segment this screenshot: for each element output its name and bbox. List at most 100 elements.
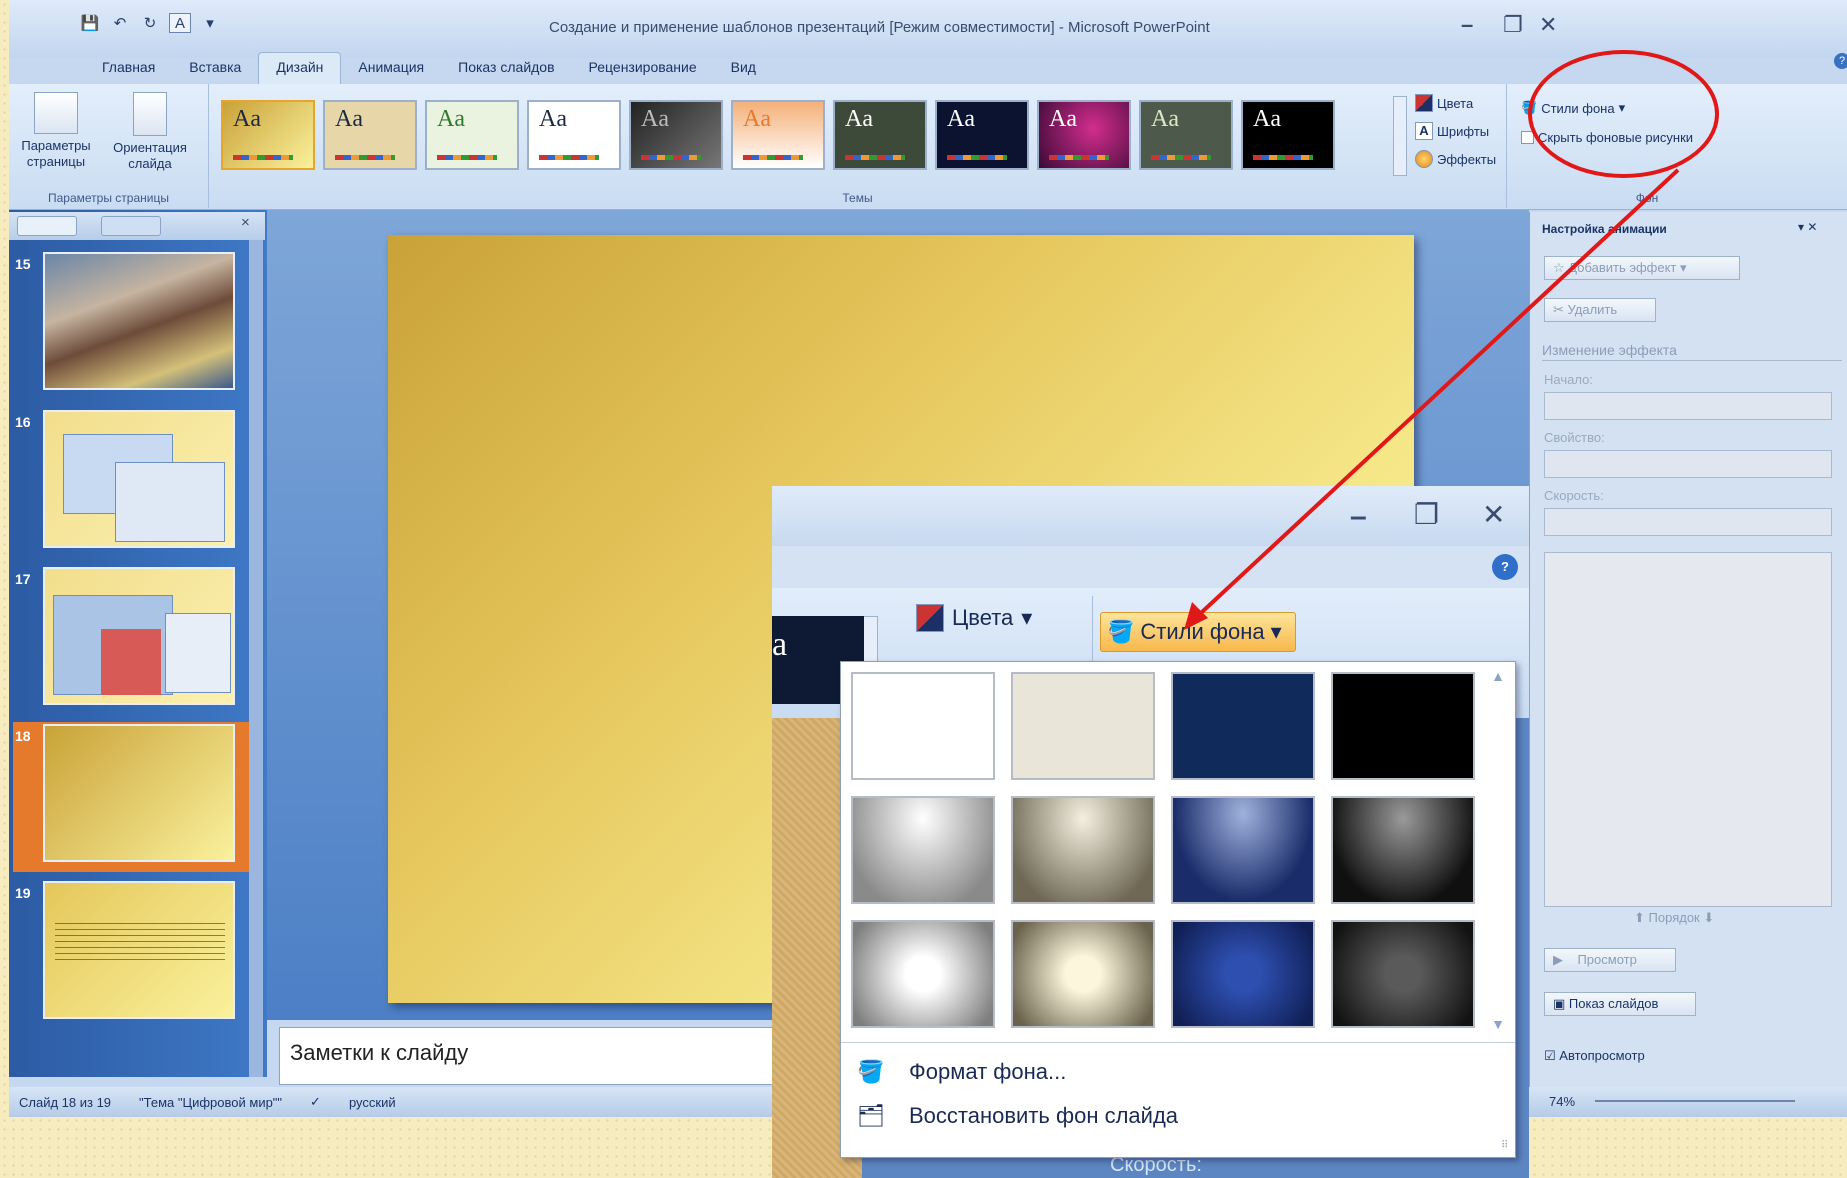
- bg-style-swatch[interactable]: [1011, 796, 1155, 904]
- theme-thumb[interactable]: Aa: [323, 100, 417, 170]
- highlight-circle: [1528, 50, 1719, 178]
- zoom-tabs-strip: ?: [772, 546, 1529, 588]
- bg-style-swatch[interactable]: [1331, 796, 1475, 904]
- zoom-title-bar: – ❐ ✕: [772, 486, 1529, 546]
- tab-view[interactable]: Вид: [714, 53, 773, 84]
- fonts-button[interactable]: A Шрифты: [1415, 122, 1489, 140]
- bg-style-swatch[interactable]: [1011, 672, 1155, 780]
- tab-animation[interactable]: Анимация: [341, 53, 441, 84]
- help-icon[interactable]: ?: [1834, 53, 1847, 69]
- scroll-up-icon[interactable]: ▲: [1487, 668, 1509, 684]
- page-setup-label: Параметры страницы: [48, 191, 169, 205]
- remove-icon: ✂: [1553, 302, 1564, 317]
- checkbox-checked-icon: ☑: [1544, 1048, 1556, 1063]
- qat-more-icon[interactable]: ▾: [199, 13, 221, 33]
- slide-number: 19: [15, 885, 31, 901]
- slides-tab[interactable]: [17, 216, 77, 236]
- paint-bucket-icon: 🪣: [1107, 619, 1135, 644]
- text-format-icon[interactable]: A: [169, 13, 191, 33]
- slide-number: 16: [15, 414, 31, 430]
- restore-button[interactable]: ❐: [1414, 498, 1439, 531]
- slideshow-button[interactable]: ▣ Показ слайдов: [1544, 992, 1696, 1016]
- theme-thumb[interactable]: Aa: [1139, 100, 1233, 170]
- preview-button: ▶ Просмотр: [1544, 948, 1676, 972]
- tab-insert[interactable]: Вставка: [172, 53, 258, 84]
- theme-thumb[interactable]: Aa: [425, 100, 519, 170]
- slide-thumbnail[interactable]: [43, 410, 235, 548]
- orientation-button[interactable]: Ориентация слайда: [105, 92, 195, 172]
- colors-button[interactable]: Цвета: [1415, 94, 1473, 112]
- ribbon-tabs: Главная Вставка Дизайн Анимация Показ сл…: [85, 48, 773, 84]
- zoom-slider[interactable]: [1595, 1100, 1795, 1116]
- bg-style-swatch[interactable]: [1171, 920, 1315, 1028]
- slide-number: 17: [15, 571, 31, 587]
- redo-icon[interactable]: ↻: [139, 13, 161, 33]
- bg-style-swatch[interactable]: [1171, 796, 1315, 904]
- language[interactable]: русский: [349, 1095, 396, 1110]
- tab-home[interactable]: Главная: [85, 53, 172, 84]
- slide-counter: Слайд 18 из 19: [19, 1094, 112, 1110]
- autopreview-checkbox[interactable]: ☑ Автопросмотр: [1544, 1048, 1645, 1064]
- minimize-button[interactable]: –: [1461, 12, 1473, 38]
- tab-design[interactable]: Дизайн: [258, 52, 342, 84]
- start-label: Начало:: [1544, 372, 1593, 387]
- gallery-scrollbar[interactable]: ▲ ▼: [1487, 668, 1509, 1032]
- theme-thumb[interactable]: Aa: [527, 100, 621, 170]
- page-params-button[interactable]: Параметры страницы: [11, 92, 101, 170]
- slide-number: 15: [15, 256, 31, 272]
- task-pane-menu-icon[interactable]: ▾ ✕: [1798, 220, 1817, 234]
- star-icon: ☆: [1553, 260, 1565, 275]
- format-background-item[interactable]: 🪣 Формат фона...: [841, 1050, 1515, 1094]
- theme-thumb[interactable]: Aa: [731, 100, 825, 170]
- slides-pane-scrollbar[interactable]: [249, 240, 263, 1077]
- orientation-icon: [133, 92, 167, 136]
- resize-grip-icon[interactable]: ⠿: [1501, 1140, 1508, 1151]
- bg-style-swatch[interactable]: [851, 796, 995, 904]
- reset-bg-icon: 🗂: [857, 1103, 885, 1128]
- theme-thumb[interactable]: Aa: [221, 100, 315, 170]
- restore-button[interactable]: ❐: [1503, 12, 1523, 38]
- reset-background-item[interactable]: 🗂 Восстановить фон слайда: [841, 1094, 1515, 1138]
- theme-gallery-scroll[interactable]: [1393, 96, 1407, 176]
- page-setup-group: Параметры страницы Ориентация слайда Пар…: [9, 84, 209, 208]
- bg-styles-button[interactable]: 🪣 Стили фона ▾: [1100, 612, 1296, 652]
- slide-thumbnail-selected[interactable]: [43, 724, 235, 862]
- tab-review[interactable]: Рецензирование: [572, 53, 714, 84]
- close-button[interactable]: ✕: [1482, 498, 1505, 531]
- bg-style-swatch[interactable]: [1011, 920, 1155, 1028]
- help-icon[interactable]: ?: [1492, 554, 1518, 580]
- theme-thumb[interactable]: Aa: [935, 100, 1029, 170]
- slide-thumbnail[interactable]: [43, 252, 235, 390]
- slides-pane-tabs: ×: [9, 212, 265, 240]
- effects-list: [1544, 552, 1832, 907]
- minimize-button[interactable]: –: [1350, 500, 1367, 534]
- theme-thumb[interactable]: Aa: [1241, 100, 1335, 170]
- bg-style-swatch[interactable]: [1171, 672, 1315, 780]
- slideshow-icon: ▣: [1553, 996, 1566, 1011]
- bg-style-swatch[interactable]: [1331, 920, 1475, 1028]
- theme-thumb[interactable]: Aa: [1037, 100, 1131, 170]
- undo-icon[interactable]: ↶: [109, 13, 131, 33]
- spellcheck-icon[interactable]: ✓: [310, 1094, 321, 1110]
- colors-icon: [1415, 94, 1433, 112]
- colors-button[interactable]: Цвета ▾: [916, 604, 1032, 632]
- slide-thumbnail[interactable]: [43, 881, 235, 1019]
- remove-button: ✂ Удалить: [1544, 298, 1656, 322]
- colors-icon: [916, 604, 944, 632]
- theme-thumb[interactable]: Aa: [833, 100, 927, 170]
- animation-task-pane: Настройка анимации ▾ ✕ ☆ Добавить эффект…: [1529, 212, 1847, 1087]
- effects-button[interactable]: Эффекты: [1415, 150, 1496, 168]
- close-pane-icon[interactable]: ×: [241, 214, 250, 231]
- save-icon[interactable]: 💾: [79, 13, 101, 33]
- window-title: Создание и применение шаблонов презентац…: [549, 19, 1210, 36]
- scroll-down-icon[interactable]: ▼: [1487, 1016, 1509, 1032]
- zoom-level[interactable]: 74%: [1549, 1094, 1575, 1109]
- outline-tab[interactable]: [101, 216, 161, 236]
- close-button[interactable]: ✕: [1539, 12, 1557, 38]
- theme-thumb[interactable]: Aa: [629, 100, 723, 170]
- tab-slideshow[interactable]: Показ слайдов: [441, 53, 571, 84]
- bg-style-swatch[interactable]: [1331, 672, 1475, 780]
- slide-thumbnail[interactable]: [43, 567, 235, 705]
- bg-style-swatch[interactable]: [851, 672, 995, 780]
- bg-style-swatch[interactable]: [851, 920, 995, 1028]
